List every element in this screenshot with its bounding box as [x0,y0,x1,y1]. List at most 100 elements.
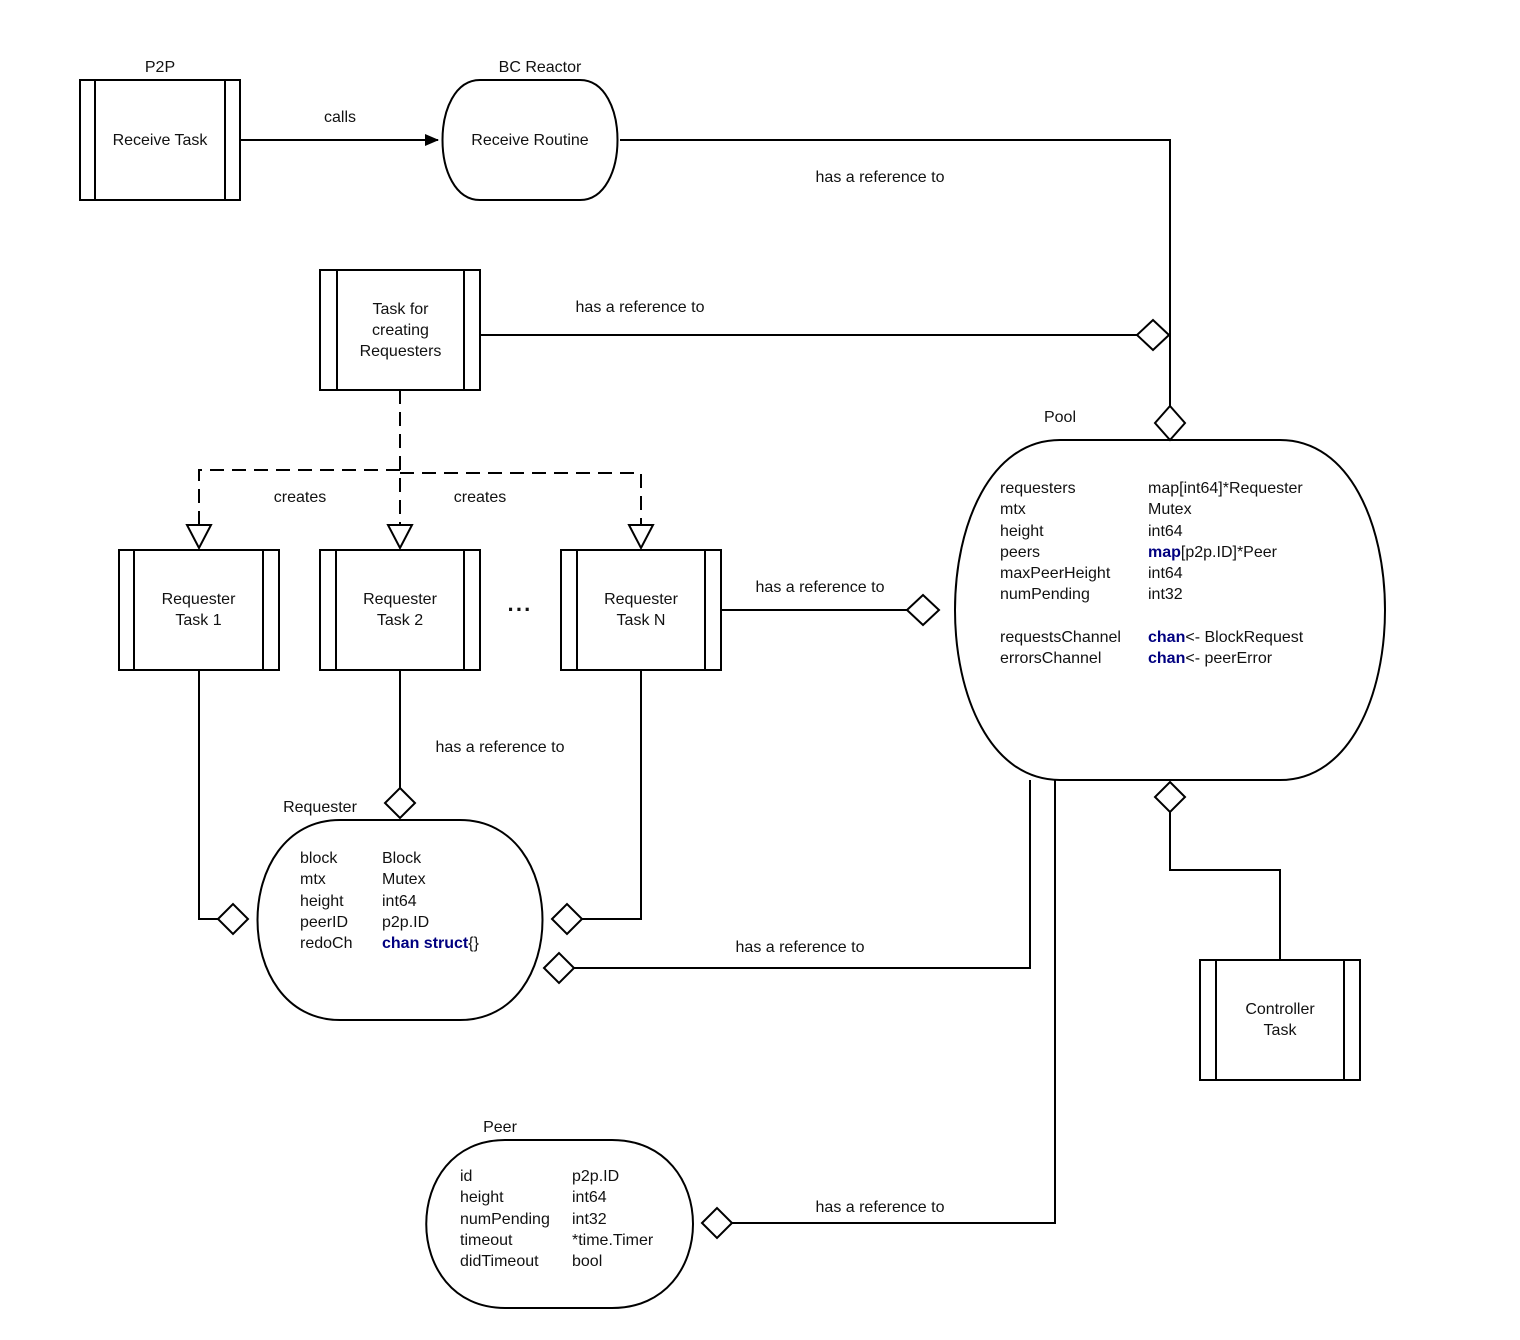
pool-label: Pool [1043,409,1077,426]
field-type-text: p2p.ID [382,913,430,931]
field-type: chan<- peerError [1148,648,1272,669]
field-type-text: int64 [1148,565,1183,583]
field-row: redoCh chan struct{} [300,933,479,954]
controller-pool-edge [1169,812,1281,960]
requester-fields: block Block mtx Mutex height int64 peerID p2p.I… [300,848,479,954]
field-type: map[p2p.ID]*Peer [1148,542,1277,563]
controller-task-text: Controller Task [1216,960,1344,1080]
taskn-requester-edge [582,670,642,920]
field-type: int64 [382,891,417,912]
field-type-text: map[int64]*Requester [1148,480,1303,497]
field-type: chan<- BlockRequest [1148,627,1303,648]
field-row: mtx Mutex [1000,499,1303,520]
controller-task-line-2: Task [1263,1022,1297,1039]
field-row: requestsChannel chan<- BlockRequest [1000,627,1303,648]
requester-task-1-line-2: Task 1 [175,612,222,629]
task-creating-requesters-text: Task for creating Requesters [337,270,464,390]
field-type-keyword: chan [1148,629,1186,647]
field-name: numPending [1000,586,1090,604]
requester-task-2-text: Requester Task 2 [336,550,464,670]
field-name: id [460,1168,473,1185]
creates-arrow-n-icon [627,524,655,551]
field-type-text: int64 [1148,522,1183,540]
pool-peer-edge [732,780,1056,1224]
requester-right-diamond-icon [550,902,584,936]
creator-pool-edge-label: has a reference to [575,299,705,316]
field-name: numPending [460,1210,550,1228]
field-type-keyword: chan struct [382,935,469,953]
requester-left-diamond-icon [216,902,250,936]
field-type-text: Mutex [382,871,426,889]
requester-task-1-line-1: Requester [161,591,236,608]
field-type: int64 [1148,563,1183,584]
field-row: peers map[p2p.ID]*Peer [1000,542,1303,563]
field-row: didTimeout bool [460,1251,653,1272]
field-type-text: [p2p.ID]*Peer [1180,543,1277,561]
field-row: height int64 [460,1187,653,1208]
field-row: timeout *time.Timer [460,1230,653,1251]
field-name: mtx [300,871,326,889]
field-row: requesters map[int64]*Requester [1000,478,1303,499]
field-type: int64 [572,1187,607,1208]
field-type: bool [572,1251,602,1272]
field-type: p2p.ID [572,1166,619,1187]
requester-bottom-right-diamond-icon [542,951,576,985]
peer-diamond-icon [700,1206,734,1240]
field-name: redoCh [300,935,353,953]
field-type: Mutex [1148,499,1192,520]
requester-task-2-line-2: Task 2 [376,612,424,629]
field-type-keyword: map [1148,543,1181,561]
requester-label: Requester [283,799,357,816]
requester-task-1-text: Requester Task 1 [134,550,263,670]
creates-arrow-2-icon [386,524,414,551]
calls-edge-label: calls [323,109,356,126]
creates-edge-label-2: creates [453,489,507,506]
field-row: errorsChannel chan<- peerError [1000,648,1303,669]
field-name: maxPeerHeight [1000,565,1111,583]
receive-routine-text: Receive Routine [471,131,589,149]
field-row: id p2p.ID [460,1166,653,1187]
field-type-text: Block [382,850,422,867]
field-type-text: int32 [572,1210,607,1228]
field-row: height int64 [1000,521,1303,542]
pool-requester-edge-label: has a reference to [735,939,865,956]
field-row [1000,606,1303,627]
field-name: peers [1000,543,1041,561]
field-row: maxPeerHeight int64 [1000,563,1303,584]
field-type-text: int32 [1148,586,1183,604]
field-type-text: int64 [572,1189,607,1207]
controller-task-line-1: Controller [1245,1001,1315,1018]
field-type-text: <- BlockRequest [1185,629,1304,647]
field-name: mtx [1000,501,1026,519]
field-type-keyword: chan [1148,650,1186,668]
taskn-pool-edge-label: has a reference to [755,579,885,596]
creates-edge-label-1: creates [273,489,327,506]
field-row: numPending int32 [460,1209,653,1230]
requester-task-n-line-1: Requester [604,591,678,608]
field-type: int32 [1148,584,1183,605]
field-name: block [300,850,338,867]
requester-task-n-text: Requester Task N [577,550,705,670]
task-creating-line-3: Requesters [359,342,442,360]
field-name: didTimeout [460,1253,539,1271]
field-type: Block [382,848,421,869]
task1-requester-edge [198,670,218,920]
field-name: height [300,892,344,910]
creator-pool-diamond-icon [1135,318,1171,352]
field-type: int64 [1148,521,1183,542]
field-type-text: {} [468,935,479,953]
field-name: errorsChannel [1000,650,1102,668]
field-type-text: Mutex [1148,501,1192,519]
task-creating-line-2: creating [372,321,429,339]
field-name: peerID [300,913,349,931]
field-type-text: int64 [382,892,417,910]
field-type-text: *time.Timer [572,1231,654,1249]
field-name [1000,606,1148,627]
field-name: requesters [1000,480,1076,497]
field-type: map[int64]*Requester [1148,478,1303,499]
task-creating-line-1: Task for [372,300,429,318]
field-type-text: <- peerError [1185,650,1273,668]
field-row: numPending int32 [1000,584,1303,605]
requester-top-diamond-icon [383,786,417,820]
requester-task-2-line-1: Requester [363,591,437,608]
